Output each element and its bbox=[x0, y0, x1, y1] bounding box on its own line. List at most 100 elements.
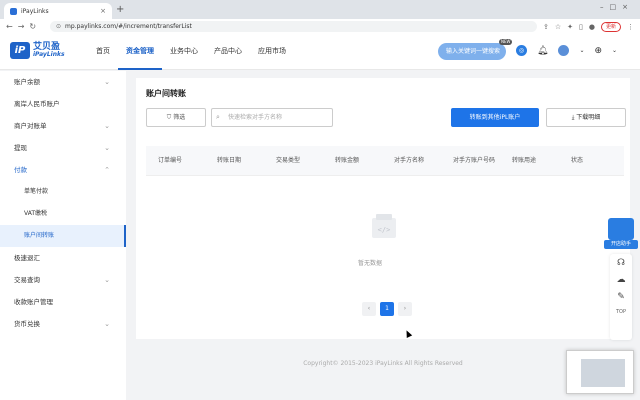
window-controls[interactable]: –□× bbox=[600, 3, 634, 11]
filter-label: 筛选 bbox=[173, 114, 186, 121]
nav-business[interactable]: 业务中心 bbox=[162, 34, 206, 70]
transfer-button[interactable]: 转账到其他iPL账户 bbox=[451, 108, 539, 127]
floating-toolbar: ☊ ☁ ✎ TOP bbox=[610, 254, 632, 340]
logo-cn: 艾贝盈 bbox=[33, 41, 61, 52]
url-field[interactable]: ⊙ mp.paylinks.com/#/increment/transferLi… bbox=[50, 21, 537, 32]
sidebar-item-transfer[interactable]: 账户间转账 bbox=[0, 225, 126, 247]
sidebar-item-statement[interactable]: 商户对账单 ⌄ bbox=[0, 115, 126, 137]
table-header: 订单编号 转账日期 交易类型 转账金额 对手方名称 对手方账户号码 转账用途 状… bbox=[146, 146, 624, 176]
chevron-down-icon: ⌄ bbox=[104, 78, 110, 86]
assistant-widget[interactable]: 开店助手 bbox=[604, 218, 638, 250]
share-icon[interactable]: ⇪ bbox=[543, 23, 549, 31]
search-icon: ⌕ bbox=[216, 113, 220, 121]
sidebar-item-balance[interactable]: 账户余额 ⌄ bbox=[0, 71, 126, 93]
sidebar-item-label: 商户对账单 bbox=[14, 122, 47, 130]
globe-icon[interactable]: ⊕ bbox=[594, 46, 602, 56]
message-icon[interactable]: ◎ bbox=[516, 45, 527, 56]
new-badge: NEW bbox=[499, 39, 513, 45]
update-button[interactable]: 更新 bbox=[600, 21, 621, 32]
avatar[interactable] bbox=[558, 45, 570, 56]
sidebar: 账户余额 ⌄ 离岸人民币账户 商户对账单 ⌄ 提现 ⌄ 付款 ⌃ 单笔付款 VAT缴税 … bbox=[0, 71, 126, 400]
extensions-icon[interactable]: ✦ bbox=[567, 23, 573, 31]
sidebar-item-label: 交易查询 bbox=[14, 276, 40, 284]
sidebar-item-label: 单笔付款 bbox=[24, 188, 49, 195]
prev-page-button[interactable]: ‹ bbox=[362, 302, 376, 316]
lock-icon: ⊙ bbox=[56, 23, 62, 30]
column-header: 转账日期 bbox=[217, 157, 242, 164]
chevron-down-icon: ⌄ bbox=[104, 320, 110, 328]
nav-home[interactable]: 首页 bbox=[88, 34, 118, 70]
column-header: 转账用途 bbox=[512, 157, 537, 164]
sidebar-item-label: VAT缴税 bbox=[24, 210, 48, 217]
next-page-button[interactable]: › bbox=[398, 302, 412, 316]
nav-buttons[interactable]: ←→↻ bbox=[6, 22, 50, 31]
new-tab-icon[interactable]: + bbox=[116, 4, 124, 16]
favicon-icon bbox=[10, 7, 17, 15]
sidebar-item-label: 极速退汇 bbox=[14, 254, 40, 262]
sidebar-item-refund[interactable]: 极速退汇 bbox=[0, 247, 126, 269]
footer: Copyright© 2015-2023 iPayLinks All Right… bbox=[303, 360, 463, 367]
nav-market[interactable]: 应用市场 bbox=[250, 34, 294, 70]
headset-icon[interactable]: ☊ bbox=[617, 258, 625, 268]
sidebar-item-vat[interactable]: VAT缴税 bbox=[0, 203, 126, 225]
logo-mark-icon: iP bbox=[10, 42, 30, 59]
empty-data-icon: </> bbox=[372, 214, 396, 238]
url-text: mp.paylinks.com/#/increment/transferList bbox=[65, 23, 192, 30]
empty-text: 暂无数据 bbox=[358, 260, 383, 267]
close-tab-icon[interactable]: × bbox=[100, 7, 106, 15]
star-icon[interactable]: ☆ bbox=[555, 23, 561, 31]
sidebar-item-label: 离岸人民币账户 bbox=[14, 100, 60, 108]
column-header: 对手方名称 bbox=[394, 157, 425, 164]
assistant-icon bbox=[608, 218, 634, 240]
thumbnail-preview bbox=[581, 359, 625, 387]
download-button[interactable]: ⤓ 下载明细 bbox=[546, 108, 626, 127]
menu-icon[interactable]: ⋮ bbox=[627, 23, 634, 31]
sidebar-item-accounts[interactable]: 收款账户管理 bbox=[0, 291, 126, 313]
address-bar-row: ←→↻ ⊙ mp.paylinks.com/#/increment/transf… bbox=[0, 19, 640, 34]
sidebar-item-label: 收款账户管理 bbox=[14, 298, 53, 306]
pagination: ‹ 1 › bbox=[362, 302, 412, 316]
app-header: iP 艾贝盈 iPayLinks 首页 资金管理 业务中心 产品中心 应用市场 … bbox=[0, 34, 640, 70]
column-header: 订单编号 bbox=[158, 157, 183, 164]
chevron-down-icon[interactable]: ⌄ bbox=[612, 47, 617, 54]
page-title: 账户间转账 bbox=[146, 89, 186, 98]
column-header: 状态 bbox=[571, 157, 584, 164]
download-label: 下载明细 bbox=[576, 114, 601, 121]
chevron-down-icon[interactable]: ⌄ bbox=[579, 47, 584, 54]
sidepanel-icon[interactable]: ▯ bbox=[579, 23, 583, 31]
nav-funds[interactable]: 资金管理 bbox=[118, 34, 162, 70]
video-thumbnail[interactable] bbox=[566, 350, 634, 394]
column-header: 对手方账户号码 bbox=[453, 157, 496, 164]
profile-icon[interactable]: ● bbox=[589, 23, 595, 31]
back-to-top[interactable]: TOP bbox=[616, 309, 626, 315]
search-placeholder: 快速检索对手方名称 bbox=[228, 114, 283, 121]
sidebar-item-single-payment[interactable]: 单笔付款 bbox=[0, 181, 126, 203]
search-pill[interactable]: 输入关键词一键搜索 bbox=[438, 43, 506, 60]
filter-button[interactable]: ⛉ 筛选 bbox=[146, 108, 206, 127]
chevron-down-icon: ⌄ bbox=[104, 122, 110, 130]
chat-icon[interactable]: ☁ bbox=[617, 275, 626, 285]
sidebar-item-label: 货币兑换 bbox=[14, 320, 40, 328]
sidebar-item-fx[interactable]: 货币兑换 ⌄ bbox=[0, 313, 126, 335]
feedback-icon[interactable]: ✎ bbox=[617, 292, 625, 302]
page-1-button[interactable]: 1 bbox=[380, 302, 394, 316]
chevron-up-icon: ⌃ bbox=[104, 166, 110, 174]
browser-tab[interactable]: iPayLinks × bbox=[4, 3, 112, 19]
sidebar-item-label: 提现 bbox=[14, 144, 27, 152]
column-header: 转账金额 bbox=[335, 157, 360, 164]
search-input[interactable]: ⌕ 快速检索对手方名称 bbox=[211, 108, 333, 127]
assistant-label: 开店助手 bbox=[604, 240, 638, 249]
sidebar-item-transactions[interactable]: 交易查询 ⌄ bbox=[0, 269, 126, 291]
sidebar-item-withdraw[interactable]: 提现 ⌄ bbox=[0, 137, 126, 159]
column-header: 交易类型 bbox=[276, 157, 301, 164]
logo[interactable]: iP 艾贝盈 iPayLinks bbox=[10, 42, 65, 59]
tab-title: iPayLinks bbox=[21, 7, 49, 15]
sidebar-item-payment[interactable]: 付款 ⌃ bbox=[0, 159, 126, 181]
sidebar-item-label: 付款 bbox=[14, 166, 27, 174]
sidebar-item-label: 账户余额 bbox=[14, 78, 40, 86]
bell-icon[interactable]: 🔔︎ bbox=[537, 46, 548, 56]
sidebar-item-label: 账户间转账 bbox=[24, 232, 55, 239]
sidebar-item-offshore[interactable]: 离岸人民币账户 bbox=[0, 93, 126, 115]
header-icons: ◎ 🔔︎ ⌄ ⊕ ⌄ bbox=[516, 45, 617, 56]
nav-products[interactable]: 产品中心 bbox=[206, 34, 250, 70]
